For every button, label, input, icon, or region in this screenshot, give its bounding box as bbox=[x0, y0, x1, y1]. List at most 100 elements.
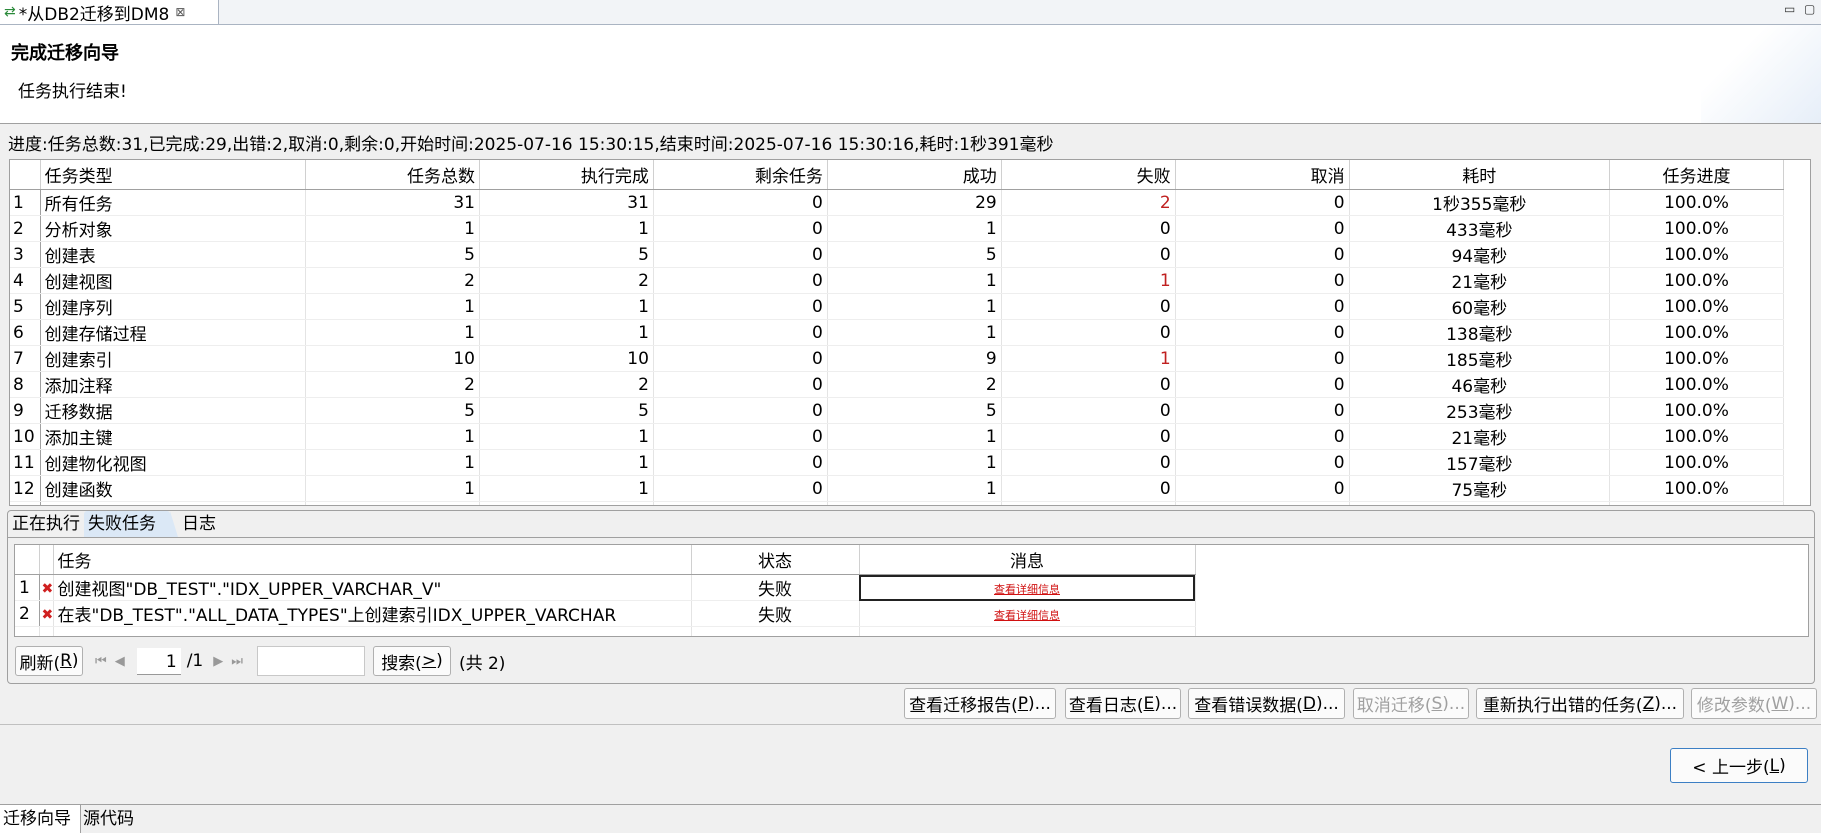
column-header[interactable]: 执行完成 bbox=[479, 160, 654, 190]
column-header[interactable]: 耗时 bbox=[1349, 160, 1610, 190]
column-header[interactable]: 消息 bbox=[859, 545, 1196, 575]
cell-time: 94毫秒 bbox=[1349, 241, 1610, 268]
maximize-icon[interactable]: ▢ bbox=[1804, 2, 1815, 16]
cell-cancel: 0 bbox=[1175, 241, 1350, 268]
action-label: 修改参数( bbox=[1696, 696, 1772, 716]
column-header[interactable]: 成功 bbox=[827, 160, 1002, 190]
cell-total: 5 bbox=[305, 397, 480, 424]
last-page-icon[interactable]: ⏭ bbox=[231, 654, 243, 669]
cell-type: 迁移数据 bbox=[40, 397, 307, 424]
tab-log[interactable]: 日志 bbox=[178, 511, 220, 537]
row-number: 11 bbox=[10, 449, 41, 476]
column-header[interactable]: 任务总数 bbox=[305, 160, 480, 190]
cell-done: 10 bbox=[479, 345, 654, 372]
cell-remain: 0 bbox=[653, 397, 828, 424]
row-number: 9 bbox=[10, 397, 41, 424]
cell-type: 创建序列 bbox=[40, 293, 307, 320]
cell-cancel: 0 bbox=[1175, 215, 1350, 242]
search-button[interactable]: 搜索(>) bbox=[372, 646, 451, 676]
close-icon[interactable]: ⊠ bbox=[175, 5, 185, 19]
table-row[interactable]: 1 ✖ 创建视图"DB_TEST"."IDX_UPPER_VARCHAR_V" 失败 查… bbox=[15, 574, 1196, 601]
cell-fail: 1 bbox=[1001, 267, 1176, 294]
table-row[interactable]: 10 添加主键 1 1 0 1 0 0 21毫秒 100.0% bbox=[10, 423, 1785, 450]
status-icon-header bbox=[39, 545, 54, 575]
cell-cancel: 0 bbox=[1175, 501, 1350, 505]
cell-ok: 1 bbox=[827, 449, 1002, 476]
row-number: 7 bbox=[10, 345, 41, 372]
action-button-2[interactable]: 查看错误数据(D)... bbox=[1188, 688, 1345, 719]
table-row[interactable]: 2 分析对象 1 1 0 1 0 0 433毫秒 100.0% bbox=[10, 215, 1785, 242]
cell-done: 1 bbox=[479, 501, 654, 505]
cell-total: 1 bbox=[305, 423, 480, 450]
action-button-3[interactable]: 取消迁移(S)... bbox=[1353, 688, 1469, 719]
column-header[interactable]: 取消 bbox=[1175, 160, 1350, 190]
action-label: 查看日志( bbox=[1068, 696, 1144, 716]
cell-done: 1 bbox=[479, 293, 654, 320]
table-row[interactable]: 7 创建索引 10 10 0 9 1 0 185毫秒 100.0% bbox=[10, 345, 1785, 372]
cell-ok: 5 bbox=[827, 397, 1002, 424]
action-key: W bbox=[1771, 693, 1789, 714]
tab-source-code[interactable]: 源代码 bbox=[80, 805, 137, 833]
table-row[interactable]: 1 所有任务 31 31 0 29 2 0 1秒355毫秒 100.0% bbox=[10, 189, 1785, 216]
column-header[interactable]: 任务类型 bbox=[40, 160, 307, 190]
table-row[interactable]: 5 创建序列 1 1 0 1 0 0 60毫秒 100.0% bbox=[10, 293, 1785, 320]
cell-fail: 0 bbox=[1001, 449, 1176, 476]
view-details-link[interactable]: 查看详细信息 bbox=[994, 609, 1060, 622]
tab-migration-wizard[interactable]: 迁移向导 bbox=[0, 805, 81, 833]
table-row[interactable]: 12 创建函数 1 1 0 1 0 0 75毫秒 100.0% bbox=[10, 475, 1785, 502]
action-button-5[interactable]: 修改参数(W)... bbox=[1691, 688, 1817, 719]
cell-cancel: 0 bbox=[1175, 189, 1350, 216]
column-header[interactable]: 状态 bbox=[691, 545, 860, 575]
total-pages: /1 bbox=[186, 651, 204, 671]
minimize-icon[interactable]: ▭ bbox=[1784, 2, 1795, 16]
cell-time: 21毫秒 bbox=[1349, 423, 1610, 450]
progress-summary: 进度:任务总数:31,已完成:29,出错:2,取消:0,剩余:0,开始时间:20… bbox=[8, 135, 1054, 155]
row-number: 5 bbox=[10, 293, 41, 320]
view-details-link[interactable]: 查看详细信息 bbox=[994, 583, 1060, 596]
next-page-icon[interactable]: ▶ bbox=[213, 654, 223, 669]
column-header[interactable]: 任务 bbox=[53, 545, 692, 575]
search-input[interactable] bbox=[256, 646, 365, 676]
wizard-subtitle: 任务执行结束! bbox=[18, 82, 127, 102]
previous-page-icon[interactable]: ◀ bbox=[115, 654, 125, 669]
cell-type: 创建物化视图 bbox=[40, 449, 307, 476]
cell-cancel: 0 bbox=[1175, 293, 1350, 320]
table-row[interactable]: 11 创建物化视图 1 1 0 1 0 0 157毫秒 100.0% bbox=[10, 449, 1785, 476]
column-header[interactable]: 剩余任务 bbox=[653, 160, 828, 190]
cell-remain: 0 bbox=[653, 501, 828, 505]
action-button-1[interactable]: 查看日志(E)... bbox=[1065, 688, 1181, 719]
cell-time: 21毫秒 bbox=[1349, 267, 1610, 294]
table-row[interactable]: 8 添加注释 2 2 0 2 0 0 46毫秒 100.0% bbox=[10, 371, 1785, 398]
cell-remain: 0 bbox=[653, 423, 828, 450]
column-header[interactable]: 任务进度 bbox=[1609, 160, 1785, 190]
cell-message: 查看详细信息 bbox=[859, 574, 1196, 601]
tab-failed-tasks[interactable]: 失败任务 bbox=[84, 511, 178, 537]
row-number: 1 bbox=[15, 574, 40, 601]
page-number-input[interactable]: 1 bbox=[136, 647, 181, 675]
refresh-button[interactable]: 刷新(R) bbox=[15, 646, 83, 676]
column-header[interactable]: 失败 bbox=[1001, 160, 1176, 190]
table-row[interactable]: 2 ✖ 在表"DB_TEST"."ALL_DATA_TYPES"上创建索引IDX_U… bbox=[15, 600, 1196, 627]
cell-time: 60毫秒 bbox=[1349, 293, 1610, 320]
table-row[interactable]: 13分发任务1101001秒391毫秒100.0% bbox=[10, 501, 1785, 505]
cell-fail: 0 bbox=[1001, 475, 1176, 502]
cell-total: 2 bbox=[305, 267, 480, 294]
table-row[interactable]: 3 创建表 5 5 0 5 0 0 94毫秒 100.0% bbox=[10, 241, 1785, 268]
cell-type: 分析对象 bbox=[40, 215, 307, 242]
action-button-4[interactable]: 重新执行出错的任务(Z)... bbox=[1476, 688, 1684, 719]
cell-time: 138毫秒 bbox=[1349, 319, 1610, 346]
editor-tab-migration[interactable]: ⇄ *从DB2迁移到DM8 ⊠ bbox=[0, 0, 219, 25]
cell-progress: 100.0% bbox=[1609, 449, 1785, 476]
refresh-label-end: ) bbox=[71, 651, 79, 671]
table-row[interactable]: 6 创建存储过程 1 1 0 1 0 0 138毫秒 100.0% bbox=[10, 319, 1785, 346]
first-page-icon[interactable]: ⏮ bbox=[95, 654, 107, 669]
table-row[interactable]: 9 迁移数据 5 5 0 5 0 0 253毫秒 100.0% bbox=[10, 397, 1785, 424]
tab-running[interactable]: 正在执行 bbox=[8, 511, 84, 537]
action-button-0[interactable]: 查看迁移报告(P)... bbox=[904, 688, 1056, 719]
previous-step-button[interactable]: < 上一步(L) bbox=[1670, 748, 1808, 783]
editor-tab-bar: ⇄ *从DB2迁移到DM8 ⊠ ▭ ▢ bbox=[0, 0, 1821, 25]
table-row[interactable]: 4 创建视图 2 2 0 1 1 0 21毫秒 100.0% bbox=[10, 267, 1785, 294]
cell-progress: 100.0% bbox=[1609, 267, 1785, 294]
search-key: > bbox=[421, 651, 437, 671]
wizard-header: 完成迁移向导 任务执行结束! bbox=[0, 25, 1821, 123]
